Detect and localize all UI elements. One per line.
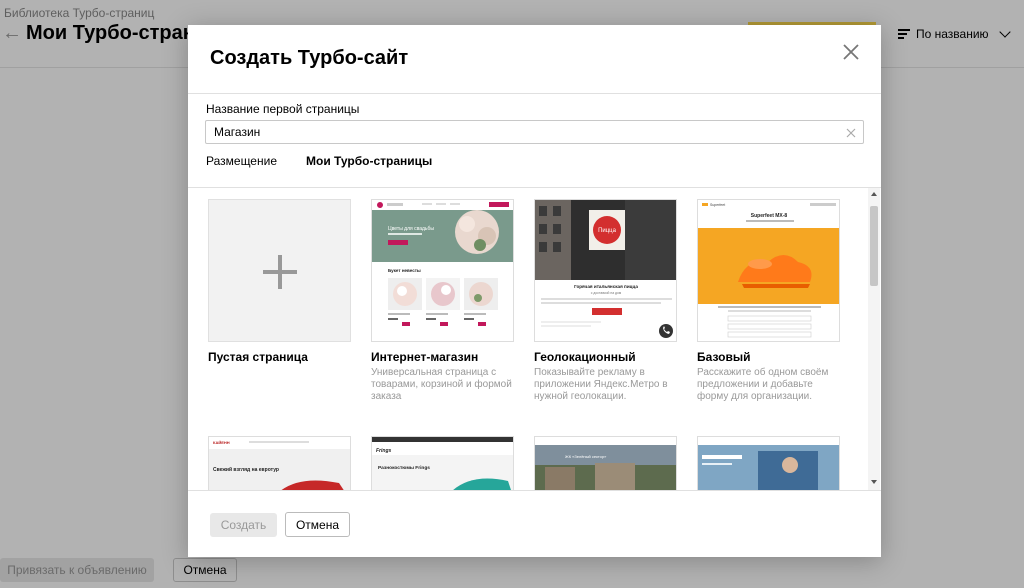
template-thumbnail-row2-4 <box>698 437 839 490</box>
row2-b-brand: Frings <box>376 448 391 454</box>
template-thumbnail-row2-2: Frings Разнокостюмы Frings <box>372 437 513 490</box>
template-gallery: Пустая страница Цветы для свадьбы Букет … <box>188 188 881 490</box>
template-thumbnail[interactable]: Superfeet Superfeet MX-8 <box>697 199 840 342</box>
dialog-title: Создать Турбо-сайт <box>210 47 409 69</box>
basic-brand: Superfeet <box>710 203 725 207</box>
scroll-down-arrow-icon[interactable] <box>871 480 877 484</box>
template-thumbnail[interactable]: Цветы для свадьбы Букет невесты <box>371 199 514 342</box>
template-card-row2-1[interactable]: КАЙЕНН Свежий взгляд на евротур <box>208 436 351 490</box>
plus-icon-stroke <box>278 255 282 289</box>
row2-c-text: ЖК «Зелёный сектор» <box>565 454 607 459</box>
template-card-row2-4[interactable] <box>697 436 840 490</box>
template-title: Пустая страница <box>208 350 308 364</box>
shop-section-title: Букет невесты <box>388 268 421 273</box>
geo-preview: Пицца Горячая итальянская пицца с достав… <box>535 200 676 341</box>
shop-hero-text: Цветы для свадьбы <box>388 226 434 232</box>
basic-heading: Superfeet MX-8 <box>751 213 788 219</box>
template-description: Универсальная страница с товарами, корзи… <box>371 367 512 402</box>
dialog-divider <box>188 93 881 94</box>
row2-a-brand: КАЙЕНН <box>213 440 230 445</box>
template-title: Геолокационный <box>534 350 636 364</box>
template-description: Расскажите об одном своём предложении и … <box>697 367 829 402</box>
template-description: Показывайте рекламу в приложении Яндекс.… <box>534 367 668 402</box>
cancel-button[interactable]: Отмена <box>285 512 350 537</box>
template-card-row2-2[interactable]: Frings Разнокостюмы Frings <box>371 436 514 490</box>
footer-divider <box>188 490 881 491</box>
row2-a-text: Свежий взгляд на евротур <box>213 466 279 473</box>
template-thumbnail-row2-1: КАЙЕНН Свежий взгляд на евротур <box>209 437 350 490</box>
scrollbar-thumb[interactable] <box>870 206 878 286</box>
create-turbo-site-dialog: Создать Турбо-сайт Название первой стран… <box>188 25 881 557</box>
shop-preview: Цветы для свадьбы Букет невесты <box>372 200 513 326</box>
template-card-row2-3[interactable]: ЖК «Зелёный сектор» <box>534 436 677 490</box>
template-title: Базовый <box>697 350 751 364</box>
placement-value[interactable]: Мои Турбо-страницы <box>306 154 432 168</box>
template-thumbnail[interactable] <box>208 199 351 342</box>
clear-input-icon[interactable] <box>845 126 857 138</box>
template-thumbnail[interactable]: Пицца Горячая итальянская пицца с достав… <box>534 199 677 342</box>
basic-preview: Superfeet Superfeet MX-8 <box>698 200 839 341</box>
create-button[interactable]: Создать <box>210 513 277 537</box>
geo-pizza-sign: Пицца <box>598 228 617 234</box>
row2-b-text: Разнокостюмы Frings <box>378 465 430 471</box>
template-title: Интернет-магазин <box>371 350 479 364</box>
geo-subheading: с доставкой на дом <box>591 291 622 295</box>
geo-heading: Горячая итальянская пицца <box>574 284 638 289</box>
page-name-input[interactable] <box>206 121 836 143</box>
page-name-label: Название первой страницы <box>206 102 360 116</box>
gallery-scrollbar[interactable] <box>868 188 880 490</box>
page-name-field[interactable] <box>205 120 864 144</box>
template-thumbnail-row2-3: ЖК «Зелёный сектор» <box>535 437 676 490</box>
scroll-up-arrow-icon[interactable] <box>871 192 877 196</box>
close-icon[interactable] <box>840 41 862 63</box>
placement-label: Размещение <box>206 154 277 168</box>
